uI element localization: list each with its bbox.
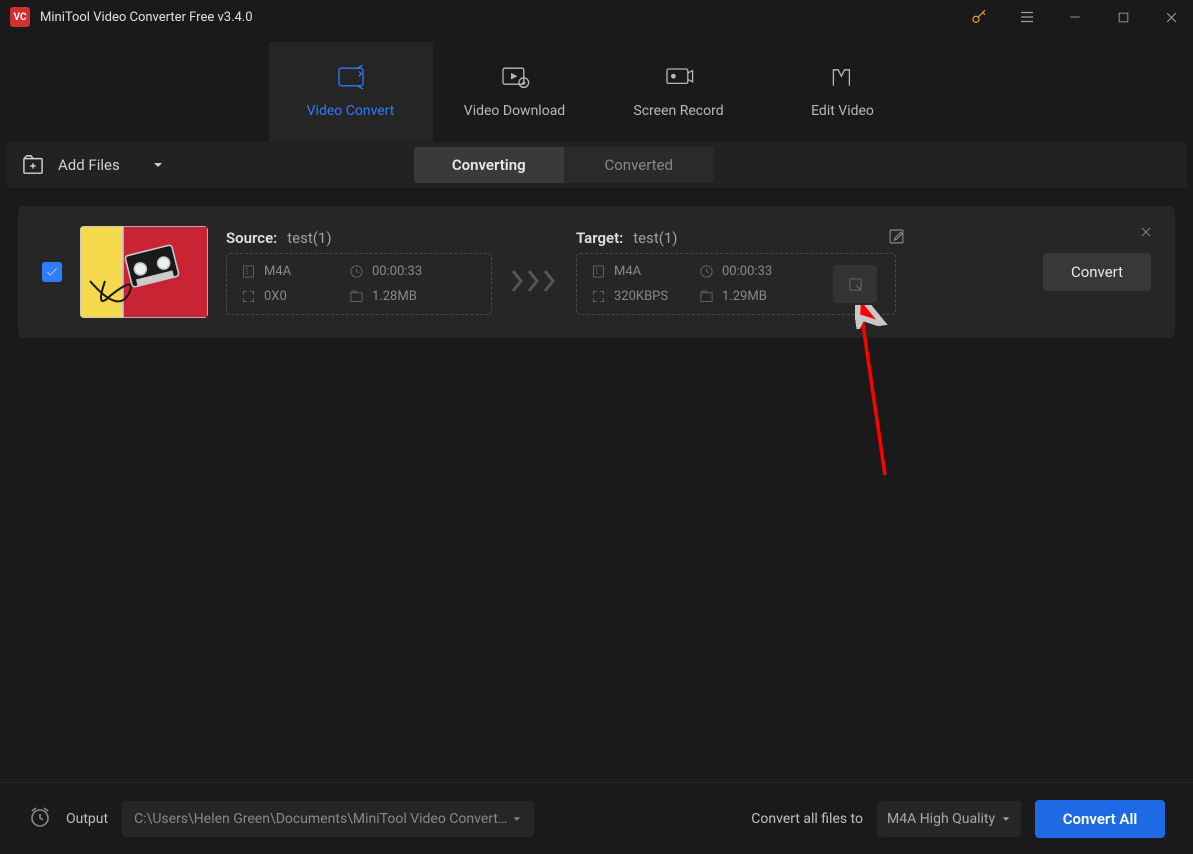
app-logo-icon: VC (10, 7, 30, 27)
add-files-label: Add Files (58, 156, 120, 174)
source-duration: 00:00:33 (349, 264, 477, 279)
output-label: Output (66, 811, 108, 827)
remove-item-icon[interactable] (1139, 224, 1153, 243)
format-value: M4A High Quality (887, 811, 995, 827)
maximize-button[interactable] (1101, 0, 1145, 34)
arrow-icon (510, 249, 558, 295)
target-panel: Target: test(1) M4A 00:00:33 (576, 229, 896, 315)
target-format: M4A (591, 264, 699, 279)
convert-all-button[interactable]: Convert All (1035, 800, 1165, 838)
target-settings-button[interactable] (833, 265, 877, 303)
target-format-select[interactable]: M4A High Quality (877, 801, 1021, 837)
source-panel: Source: test(1) M4A 00:00:33 0X0 (226, 229, 492, 315)
main-tabs: Video Convert Video Download Screen Reco… (0, 34, 1193, 142)
output-path-select[interactable]: C:\Users\Helen Green\Documents\MiniTool … (122, 801, 534, 837)
convert-all-to-label: Convert all files to (751, 811, 863, 827)
source-label: Source: (226, 229, 277, 247)
segmented-converted[interactable]: Converted (564, 147, 714, 183)
tab-edit-video[interactable]: Edit Video (761, 42, 925, 142)
target-filename: test(1) (633, 229, 677, 247)
tab-video-convert[interactable]: Video Convert (269, 42, 433, 142)
minimize-button[interactable] (1053, 0, 1097, 34)
toolbar: Add Files Converting Converted (6, 142, 1187, 188)
edit-target-icon[interactable] (888, 228, 905, 249)
target-info: M4A 00:00:33 320KBPS 1.29MB (576, 253, 896, 315)
convert-button[interactable]: Convert (1043, 253, 1151, 291)
file-checkbox[interactable] (42, 262, 62, 282)
segmented-converting[interactable]: Converting (414, 147, 564, 183)
target-label: Target: (576, 229, 623, 247)
tab-screen-record[interactable]: Screen Record (597, 42, 761, 142)
target-size: 1.29MB (699, 289, 827, 304)
tab-label: Video Download (464, 103, 565, 119)
target-bitrate: 320KBPS (591, 289, 699, 304)
titlebar: VC MiniTool Video Converter Free v3.4.0 (0, 0, 1193, 34)
file-card: Source: test(1) M4A 00:00:33 0X0 (18, 206, 1175, 338)
output-path-value: C:\Users\Helen Green\Documents\MiniTool … (134, 811, 512, 827)
file-thumbnail (80, 226, 208, 318)
file-list: Source: test(1) M4A 00:00:33 0X0 (0, 188, 1193, 356)
menu-icon[interactable] (1005, 0, 1049, 34)
tab-label: Video Convert (307, 103, 395, 119)
source-resolution: 0X0 (241, 289, 349, 304)
tab-label: Screen Record (633, 103, 723, 119)
chevron-down-icon (512, 814, 522, 824)
chevron-down-icon[interactable] (152, 159, 164, 171)
unlock-key-icon[interactable] (957, 0, 1001, 34)
status-segmented: Converting Converted (414, 147, 714, 183)
source-format: M4A (241, 264, 349, 279)
tab-video-download[interactable]: Video Download (433, 42, 597, 142)
source-filename: test(1) (287, 229, 331, 247)
add-files-button[interactable]: Add Files (22, 155, 164, 175)
schedule-icon[interactable] (28, 805, 52, 833)
target-duration: 00:00:33 (699, 264, 827, 279)
source-info: M4A 00:00:33 0X0 1.28MB (226, 253, 492, 315)
source-size: 1.28MB (349, 289, 477, 304)
close-button[interactable] (1149, 0, 1193, 34)
footer: Output C:\Users\Helen Green\Documents\Mi… (0, 782, 1193, 854)
chevron-down-icon (1001, 814, 1011, 824)
app-title: MiniTool Video Converter Free v3.4.0 (40, 10, 957, 25)
tab-label: Edit Video (811, 103, 874, 119)
